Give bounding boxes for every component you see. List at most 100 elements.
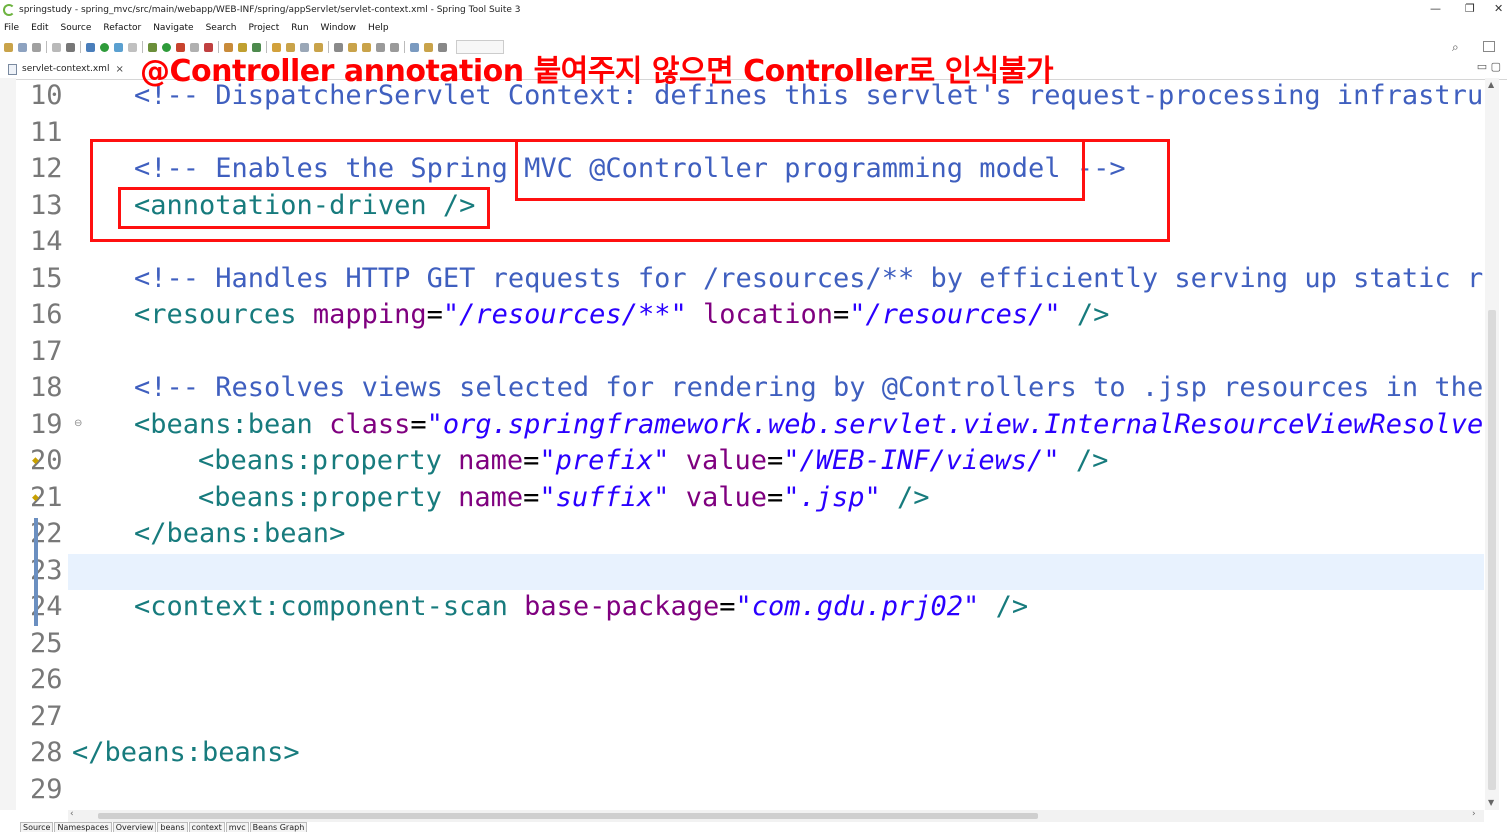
- code-line-16: <resources mapping="/resources/**" locat…: [134, 299, 1110, 330]
- line-number: 16: [30, 299, 63, 330]
- tab-beans-graph[interactable]: Beans Graph: [249, 822, 308, 832]
- highlight-box-mvc-controller: [515, 139, 1085, 201]
- attribute-value: "/resources/": [849, 299, 1061, 330]
- tab-namespaces[interactable]: Namespaces: [54, 822, 112, 832]
- code-line-24: <context:component-scan base-package="co…: [134, 591, 1029, 622]
- attribute-name: value: [685, 445, 767, 476]
- tag: />: [1060, 299, 1110, 330]
- tag: />: [880, 481, 930, 513]
- menu-project[interactable]: Project: [248, 23, 279, 33]
- window-title: springstudy - spring_mvc/src/main/webapp…: [19, 5, 521, 15]
- menu-edit[interactable]: Edit: [31, 23, 48, 33]
- line-number: 13: [30, 189, 63, 221]
- tag: />: [1059, 445, 1109, 476]
- line-number: 26: [30, 664, 63, 695]
- line-number: 11: [30, 116, 63, 148]
- tab-beans[interactable]: beans: [157, 822, 188, 832]
- line-number: 14: [30, 226, 63, 257]
- annotation-caption: @Controller annotation 붙여주지 않으면 Controll…: [140, 54, 1054, 89]
- menu-run[interactable]: Run: [291, 23, 308, 33]
- tab-label: servlet-context.xml: [22, 64, 110, 74]
- xml-file-icon: [8, 64, 17, 75]
- menu-navigate[interactable]: Navigate: [153, 23, 193, 33]
- horizontal-scroll-thumb[interactable]: [98, 813, 1038, 819]
- attribute-name: name: [458, 445, 524, 476]
- minimize-button[interactable]: —: [1430, 2, 1441, 15]
- start-server-icon[interactable]: [100, 42, 109, 52]
- stop-icon[interactable]: [128, 42, 137, 52]
- attribute-value: "prefix": [539, 445, 670, 476]
- vertical-scroll-thumb[interactable]: [1488, 310, 1496, 790]
- line-number: 15: [30, 262, 63, 294]
- servers-icon[interactable]: [86, 42, 95, 52]
- menu-refactor[interactable]: Refactor: [103, 23, 141, 33]
- attribute-name: mapping: [312, 299, 427, 330]
- comment: <!-- Handles HTTP GET requests for /reso…: [134, 262, 1484, 294]
- code-line-22: </beans:bean>: [134, 516, 345, 552]
- close-button[interactable]: ✕: [1494, 2, 1503, 15]
- open-perspective-icon[interactable]: [1483, 41, 1495, 52]
- attribute-name: base-package: [524, 591, 720, 622]
- scroll-up-icon[interactable]: ▲: [1488, 80, 1494, 89]
- menu-source[interactable]: Source: [61, 23, 92, 33]
- scroll-right-icon[interactable]: ›: [1472, 809, 1476, 819]
- tab-servlet-context[interactable]: servlet-context.xml ×: [0, 59, 132, 79]
- line-number: 29: [30, 773, 63, 805]
- tab-context[interactable]: context: [188, 822, 225, 832]
- line-number: 12: [30, 153, 63, 184]
- vertical-scrollbar[interactable]: ▲ ▼: [1485, 78, 1499, 810]
- menu-help[interactable]: Help: [368, 23, 389, 33]
- tag: <resources: [134, 299, 313, 330]
- horizontal-scrollbar[interactable]: ‹ ›: [68, 809, 1484, 822]
- tag: <context:component-scan: [134, 591, 525, 622]
- menu-file[interactable]: File: [4, 23, 19, 33]
- menu-search[interactable]: Search: [206, 23, 237, 33]
- spring-tool-suite-icon: [3, 4, 15, 16]
- tab-overview[interactable]: Overview: [112, 822, 157, 832]
- line-number: 25: [30, 627, 63, 659]
- warning-marker-icon[interactable]: ◆: [32, 456, 40, 466]
- line-number: 19: [30, 408, 63, 440]
- menu-window[interactable]: Window: [321, 23, 357, 33]
- tag: </beans:bean>: [134, 518, 346, 549]
- scroll-down-icon[interactable]: ▼: [1488, 798, 1494, 807]
- minimize-maximize-icons[interactable]: ▭ ▢: [1477, 60, 1501, 73]
- attribute-value: "/WEB-INF/views/": [783, 445, 1060, 476]
- print-icon[interactable]: [52, 42, 61, 52]
- editor-page-tabs: Source Namespaces Overview beans context…: [20, 822, 308, 832]
- refresh-icon[interactable]: [114, 42, 123, 52]
- tag: </beans:beans>: [72, 737, 300, 768]
- close-icon[interactable]: ×: [115, 64, 123, 75]
- tab-source[interactable]: Source: [20, 822, 54, 832]
- tag: <beans:bean: [134, 408, 330, 440]
- toolbar-separator: [80, 41, 81, 53]
- console-icon[interactable]: [66, 42, 75, 52]
- code-line-18: <!-- Resolves views selected for renderi…: [134, 370, 1484, 406]
- save-icon[interactable]: [18, 42, 27, 52]
- search-icon[interactable]: ⌕: [1452, 40, 1459, 55]
- toolbar-separator: [46, 41, 47, 53]
- attribute-name: value: [685, 481, 767, 513]
- attribute-value: "/resources/**": [442, 299, 687, 330]
- line-number: 28: [30, 737, 63, 768]
- line-number: 17: [30, 335, 63, 367]
- code-line-28: </beans:beans>: [72, 735, 300, 771]
- tag: <beans:property: [198, 481, 459, 513]
- attribute-value: "com.gdu.prj02": [735, 591, 980, 622]
- code-line-15: <!-- Handles HTTP GET requests for /reso…: [134, 261, 1484, 297]
- menu-bar: File Edit Source Refactor Navigate Searc…: [0, 20, 1507, 36]
- tab-mvc[interactable]: mvc: [225, 822, 249, 832]
- attribute-value: "suffix": [539, 481, 670, 513]
- new-icon[interactable]: [4, 42, 13, 52]
- attribute-name: class: [329, 408, 411, 440]
- line-number: 18: [30, 372, 63, 403]
- save-all-icon[interactable]: [32, 42, 41, 52]
- code-line-19: <beans:bean class="org.springframework.w…: [134, 407, 1484, 443]
- attribute-name: name: [458, 481, 524, 513]
- attribute-value: ".jsp": [783, 481, 881, 513]
- restore-button[interactable]: ❐: [1465, 2, 1475, 15]
- annotation-ruler: [0, 78, 16, 810]
- warning-marker-icon[interactable]: ◆: [32, 493, 40, 503]
- quick-diff-bar: [34, 518, 38, 626]
- scroll-left-icon[interactable]: ‹: [70, 809, 74, 819]
